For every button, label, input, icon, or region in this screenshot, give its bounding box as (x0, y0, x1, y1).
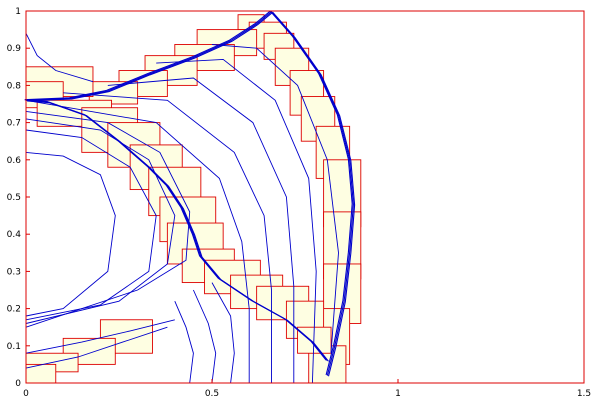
x-tick-label: 0.5 (205, 389, 219, 399)
x-axis-ticks: 0 0.5 1 1.5 (23, 379, 591, 399)
y-tick-label: 0.9 (7, 44, 22, 54)
y-tick-label: 0.4 (7, 230, 22, 240)
y-tick-label: 0.7 (7, 119, 21, 129)
x-tick-label: 1.5 (577, 389, 591, 399)
chart-stage: 0 0.5 1 1.5 0 0.1 0.2 0.3 0.4 0.5 0.6 0.7 0.8 0.9 1 (0, 0, 597, 408)
y-tick-label: 0 (15, 379, 21, 389)
y-tick-label: 0.5 (7, 193, 21, 203)
y-tick-label: 1 (15, 7, 21, 17)
y-tick-label: 0.3 (7, 267, 21, 277)
y-axis-ticks: 0 0.1 0.2 0.3 0.4 0.5 0.6 0.7 0.8 0.9 1 (7, 7, 30, 389)
contour-line (25, 151, 116, 317)
x-tick-label: 0 (23, 389, 29, 399)
y-tick-label: 0.1 (7, 342, 21, 352)
contour-line (174, 301, 194, 384)
y-tick-label: 0.8 (7, 81, 22, 91)
contour-line (192, 289, 217, 384)
y-tick-label: 0.6 (7, 156, 22, 166)
x-tick-label: 1 (395, 389, 401, 399)
y-tick-label: 0.2 (7, 305, 21, 315)
contour-plot: 0 0.5 1 1.5 0 0.1 0.2 0.3 0.4 0.5 0.6 0.7 0.8 0.9 1 (7, 7, 591, 399)
